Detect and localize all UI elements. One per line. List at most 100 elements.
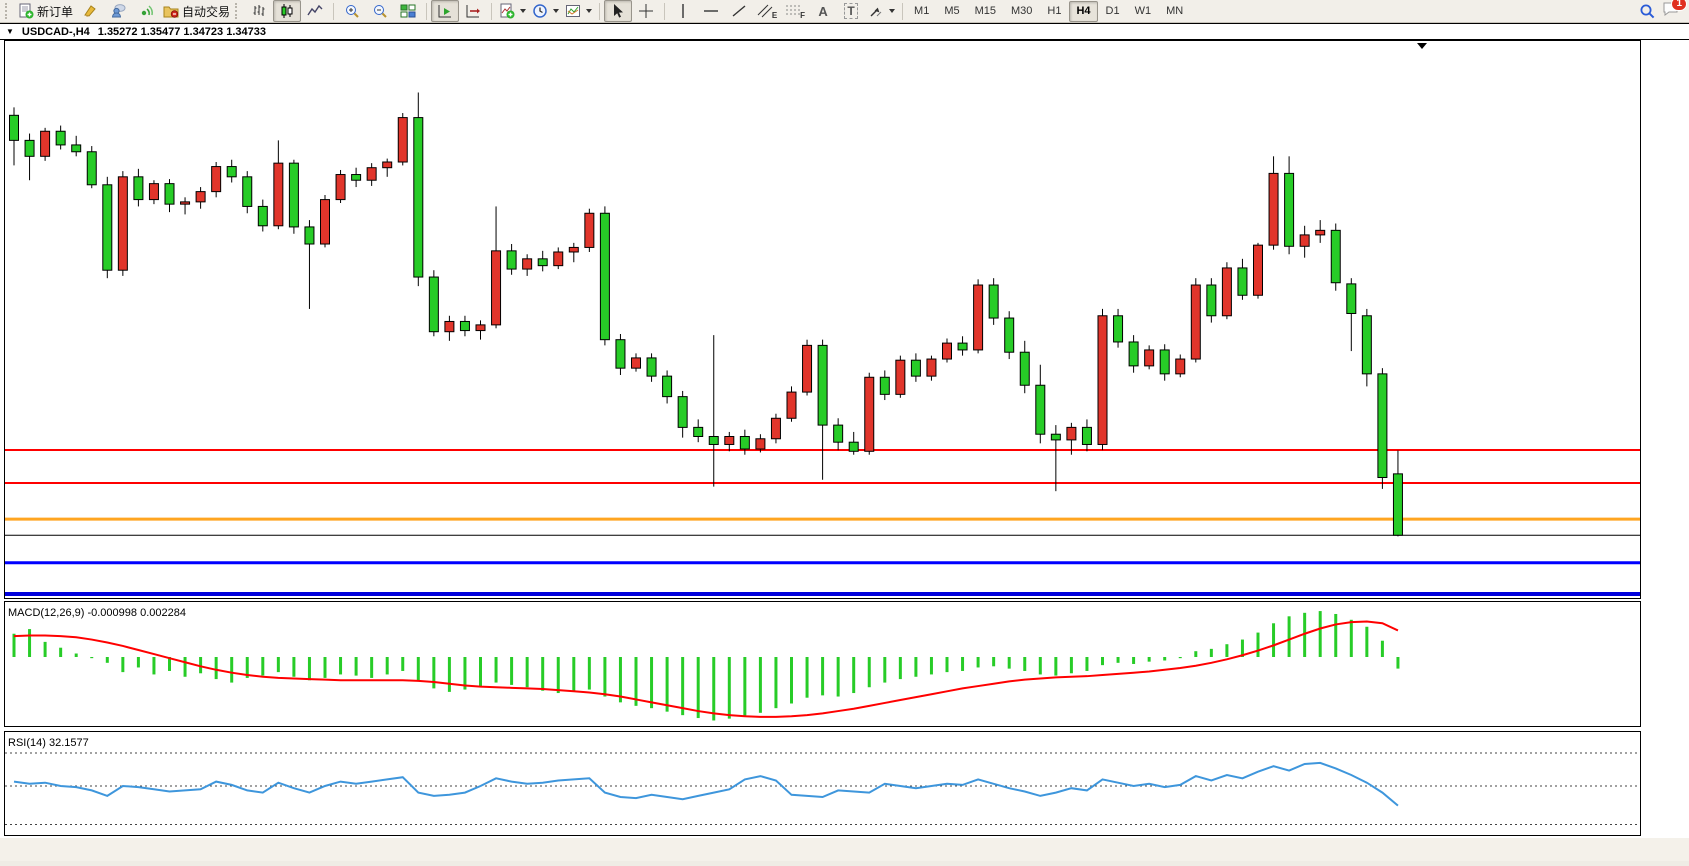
candle-bear bbox=[10, 115, 19, 140]
candle-bull bbox=[274, 163, 283, 226]
candle-bull bbox=[1191, 285, 1200, 359]
candle-bull bbox=[1098, 316, 1107, 445]
candle-bear bbox=[134, 177, 143, 200]
candle-bull bbox=[1222, 268, 1231, 316]
candle-bear bbox=[663, 376, 672, 397]
templates-button[interactable] bbox=[562, 0, 595, 22]
line-chart-button[interactable] bbox=[301, 0, 329, 22]
trendline-button[interactable] bbox=[725, 0, 753, 22]
candle-bear bbox=[818, 345, 827, 425]
candle-bull bbox=[398, 118, 407, 162]
candle-bear bbox=[56, 131, 65, 145]
signals-icon bbox=[138, 3, 154, 19]
equidistant-channel-icon bbox=[757, 3, 773, 19]
candle-bear bbox=[880, 377, 889, 394]
fibonacci-button[interactable]: F bbox=[781, 0, 809, 22]
new-order-button[interactable]: 新订单 bbox=[15, 0, 76, 22]
candle-bear bbox=[538, 259, 547, 266]
candle-bear bbox=[834, 425, 843, 442]
toolbar-separator bbox=[664, 3, 665, 20]
toolbar-grip[interactable] bbox=[5, 3, 11, 19]
candle-bear bbox=[849, 442, 858, 451]
zoom-in-button[interactable] bbox=[338, 0, 366, 22]
highlighter-button[interactable] bbox=[76, 0, 104, 22]
timeframe-button-H1[interactable]: H1 bbox=[1040, 1, 1068, 22]
timeframe-button-M30[interactable]: M30 bbox=[1004, 1, 1039, 22]
candle-bull bbox=[1176, 359, 1185, 374]
timeframe-button-M1[interactable]: M1 bbox=[907, 1, 936, 22]
timeframe-button-M15[interactable]: M15 bbox=[968, 1, 1003, 22]
candle-bull bbox=[569, 247, 578, 252]
channel-glyph: E bbox=[772, 11, 777, 20]
timeframe-button-M5[interactable]: M5 bbox=[937, 1, 966, 22]
text-tool-icon: A bbox=[818, 4, 827, 19]
candle-bull bbox=[492, 251, 501, 325]
chart-dropdown-icon[interactable]: ▼ bbox=[6, 27, 14, 36]
chart-shift-button[interactable] bbox=[459, 0, 487, 22]
auto-scroll-icon bbox=[437, 3, 453, 19]
candle-bear bbox=[1051, 434, 1060, 440]
candle-bear bbox=[911, 360, 920, 376]
candle-bull bbox=[41, 131, 50, 156]
rsi-indicator-label: RSI(14) 32.1577 bbox=[8, 737, 89, 749]
candle-bear bbox=[1347, 284, 1356, 314]
search-icon[interactable] bbox=[1639, 3, 1656, 20]
candle-bull bbox=[787, 392, 796, 418]
cursor-icon bbox=[610, 3, 626, 19]
candle-bear bbox=[429, 277, 438, 332]
candle-bull bbox=[445, 321, 454, 331]
timeframe-button-D1[interactable]: D1 bbox=[1099, 1, 1127, 22]
label-tool-button[interactable]: T bbox=[837, 0, 865, 22]
candle-bull bbox=[336, 175, 345, 200]
candle-bull bbox=[212, 167, 221, 192]
candle-bear bbox=[352, 175, 361, 181]
text-tool-button[interactable]: A bbox=[809, 0, 837, 22]
equidistant-channel-button[interactable]: E bbox=[753, 0, 781, 22]
cursor-button[interactable] bbox=[604, 0, 632, 22]
toolbar-separator bbox=[333, 3, 334, 20]
vertical-line-button[interactable] bbox=[669, 0, 697, 22]
candle-bull bbox=[1145, 350, 1154, 366]
zoom-out-button[interactable] bbox=[366, 0, 394, 22]
auto-trading-button[interactable]: 自动交易 bbox=[160, 0, 233, 22]
arrows-tool-button[interactable] bbox=[865, 0, 898, 22]
auto-scroll-button[interactable] bbox=[431, 0, 459, 22]
candle-bear bbox=[227, 167, 236, 177]
chat-button[interactable]: 1 bbox=[1662, 1, 1680, 22]
candle-bear bbox=[1005, 318, 1014, 352]
candle-bull bbox=[865, 377, 874, 451]
chart-title-bar[interactable]: ▼ USDCAD-,H4 1.35272 1.35477 1.34723 1.3… bbox=[0, 23, 1689, 40]
toolbar-grip[interactable] bbox=[235, 3, 241, 19]
bar-chart-button[interactable] bbox=[245, 0, 273, 22]
candle-bear bbox=[678, 397, 687, 428]
candle-bear bbox=[87, 152, 96, 185]
crosshair-button[interactable] bbox=[632, 0, 660, 22]
toolbar-right: 1 bbox=[1639, 1, 1686, 22]
candlestick-chart-icon bbox=[279, 3, 295, 19]
candle-bull bbox=[1067, 427, 1076, 440]
highlighter-icon bbox=[82, 3, 98, 19]
signals-button[interactable] bbox=[132, 0, 160, 22]
candle-bear bbox=[25, 140, 34, 156]
candle-bull bbox=[725, 436, 734, 444]
indicators-button[interactable] bbox=[496, 0, 529, 22]
community-button[interactable] bbox=[104, 0, 132, 22]
candle-bear bbox=[258, 206, 267, 225]
candlestick-chart-button[interactable] bbox=[273, 0, 301, 22]
tile-windows-button[interactable] bbox=[394, 0, 422, 22]
timeframe-button-W1[interactable]: W1 bbox=[1128, 1, 1159, 22]
candle-bull bbox=[196, 192, 205, 202]
timeframe-button-MN[interactable]: MN bbox=[1159, 1, 1190, 22]
timeframe-button-H4[interactable]: H4 bbox=[1069, 1, 1097, 22]
fibo-glyph: F bbox=[800, 11, 805, 20]
horizontal-line-button[interactable] bbox=[697, 0, 725, 22]
periods-button[interactable] bbox=[529, 0, 562, 22]
candle-bear bbox=[1393, 474, 1402, 535]
label-tool-icon: T bbox=[844, 3, 857, 19]
candle-bull bbox=[756, 439, 765, 449]
periods-clock-icon bbox=[532, 3, 548, 19]
chart-canvas[interactable]: MACD(12,26,9) -0.000998 0.002284 RSI(14)… bbox=[0, 40, 1689, 861]
horizontal-line-icon bbox=[703, 3, 719, 19]
candle-bull bbox=[118, 177, 127, 270]
chart-ohlc-values: 1.35272 1.35477 1.34723 1.34733 bbox=[98, 26, 266, 38]
